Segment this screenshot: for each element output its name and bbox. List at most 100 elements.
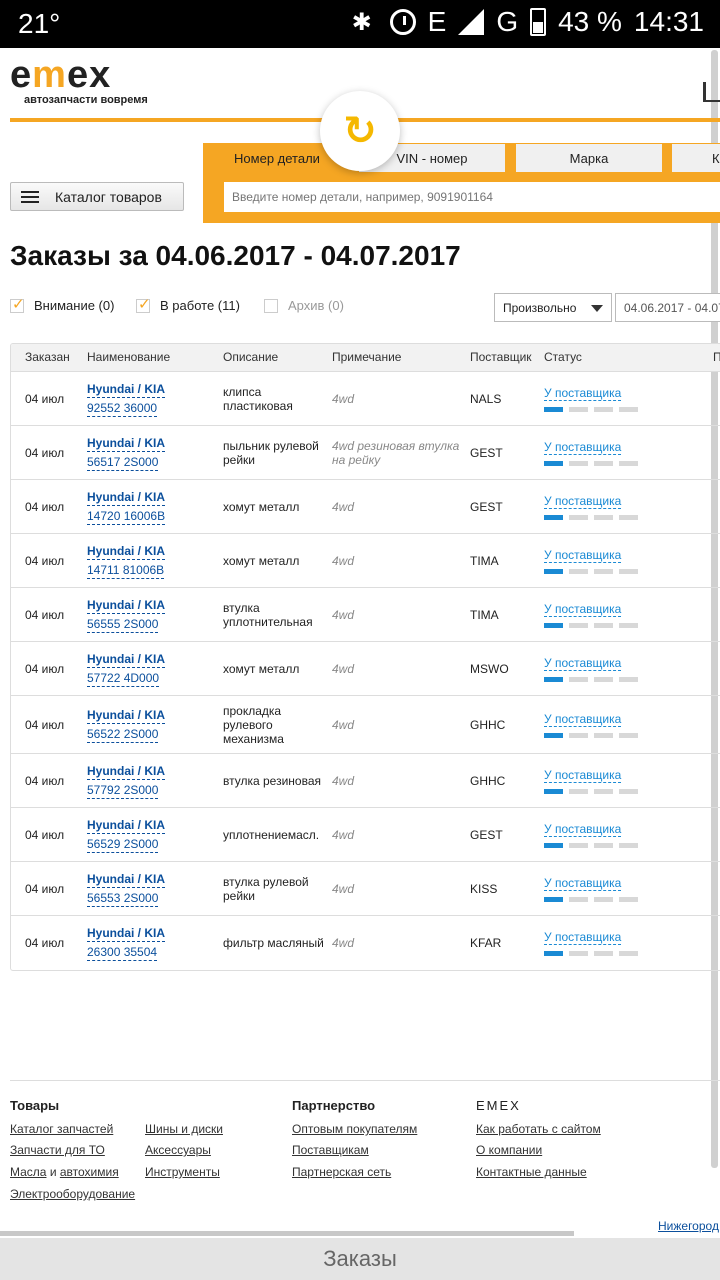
part-brand-link[interactable]: Hyundai / KIA	[87, 435, 166, 452]
filter-attention[interactable]: Внимание (0)	[10, 295, 115, 313]
part-brand-link[interactable]: Hyundai / KIA	[87, 871, 166, 888]
status-link[interactable]: У поставщика	[544, 656, 622, 671]
orders-table: Заказан Наименование Описание Примечание…	[10, 343, 720, 971]
status-link[interactable]: У поставщика	[544, 548, 622, 563]
part-brand-link[interactable]: Hyundai / KIA	[87, 381, 166, 398]
col-extra[interactable]: П	[713, 350, 720, 364]
part-brand-link[interactable]: Hyundai / KIA	[87, 543, 166, 560]
footer-link-tires[interactable]: Шины и диски	[145, 1122, 223, 1136]
filter-attention-label: Внимание (0)	[34, 298, 115, 313]
refresh-button[interactable]: ↻	[320, 91, 400, 171]
filter-archive[interactable]: Архив (0)	[264, 298, 344, 313]
part-brand-link[interactable]: Hyundai / KIA	[87, 925, 166, 942]
table-row: 04 июл Hyundai / KIA 92552 36000 клипса пла…	[11, 372, 720, 426]
order-note: 4wd	[332, 553, 355, 568]
part-brand-link[interactable]: Hyundai / KIA	[87, 817, 166, 834]
status-link[interactable]: У поставщика	[544, 440, 622, 455]
status-progress	[544, 622, 638, 628]
footer-link-chemicals[interactable]: автохимия	[60, 1165, 119, 1179]
footer-link-about[interactable]: О компании	[476, 1143, 542, 1157]
checkbox-attention[interactable]	[10, 295, 25, 313]
col-name[interactable]: Наименование	[87, 350, 170, 364]
part-number-link[interactable]: 57792 2S000	[87, 782, 159, 799]
refresh-icon: ↻	[343, 109, 377, 153]
order-status: У поставщика	[544, 602, 638, 628]
footer-link-contacts[interactable]: Контактные данные	[476, 1165, 587, 1179]
status-progress	[544, 676, 638, 682]
progress-segment	[594, 842, 613, 848]
col-ordered[interactable]: Заказан	[25, 350, 70, 364]
footer-link-wholesale[interactable]: Оптовым покупателям	[292, 1122, 417, 1136]
status-link[interactable]: У поставщика	[544, 768, 622, 783]
part-description: пыльник рулевой рейки	[223, 438, 319, 467]
footer-link-maintenance[interactable]: Запчасти для ТО	[10, 1143, 105, 1157]
footer-link-partner-network[interactable]: Партнерская сеть	[292, 1165, 391, 1179]
progress-segment	[594, 896, 613, 902]
footer-link-tools[interactable]: Инструменты	[145, 1165, 220, 1179]
part-number-link[interactable]: 26300 35504	[87, 944, 158, 961]
status-link[interactable]: У поставщика	[544, 822, 622, 837]
part-brand-link[interactable]: Hyundai / KIA	[87, 651, 166, 668]
part-number-link[interactable]: 14711 81006B	[87, 562, 165, 579]
footer-link-oils[interactable]: Масла	[10, 1165, 46, 1179]
order-note: 4wd	[332, 717, 355, 732]
order-status: У поставщика	[544, 822, 638, 848]
tab-more[interactable]: К	[672, 144, 720, 172]
part-brand-link[interactable]: Hyundai / KIA	[87, 707, 166, 724]
tab-brand[interactable]: Марка	[516, 144, 662, 172]
part-number-link[interactable]: 56522 2S000	[87, 726, 159, 743]
part-number-link[interactable]: 92552 36000	[87, 400, 158, 417]
order-date: 04 июл	[25, 827, 65, 842]
clock: 14:31	[633, 6, 704, 37]
col-status[interactable]: Статус	[544, 350, 582, 364]
part-name: Hyundai / KIA 26300 35504	[87, 925, 166, 961]
part-number-link[interactable]: 56553 2S000	[87, 890, 159, 907]
part-number-link[interactable]: 56517 2S000	[87, 454, 159, 471]
part-number-link[interactable]: 56555 2S000	[87, 616, 159, 633]
checkbox-archive[interactable]	[264, 298, 278, 313]
part-number-link[interactable]: 57722 4D000	[87, 670, 160, 687]
progress-segment	[569, 951, 588, 956]
period-select[interactable]: Произвольно	[494, 293, 612, 322]
status-link[interactable]: У поставщика	[544, 494, 622, 509]
part-brand-link[interactable]: Hyundai / KIA	[87, 489, 166, 506]
footer-link-suppliers[interactable]: Поставщикам	[292, 1143, 369, 1157]
part-description: втулка рулевой рейки	[223, 874, 309, 903]
status-link[interactable]: У поставщика	[544, 602, 622, 617]
part-number-link[interactable]: 14720 16006B	[87, 508, 166, 525]
footer-link-how-to[interactable]: Как работать с сайтом	[476, 1122, 601, 1136]
city-selector[interactable]: Нижегород	[658, 1219, 719, 1233]
status-link[interactable]: У поставщика	[544, 712, 622, 727]
part-name: Hyundai / KIA 14711 81006B	[87, 543, 166, 579]
horizontal-scrollbar[interactable]	[0, 1231, 574, 1236]
status-progress	[544, 896, 638, 902]
cart-icon[interactable]	[703, 82, 720, 102]
part-brand-link[interactable]: Hyundai / KIA	[87, 597, 166, 614]
catalog-button[interactable]: Каталог товаров	[10, 182, 184, 211]
part-number-link[interactable]: 56529 2S000	[87, 836, 159, 853]
logo[interactable]: emex автозапчасти вовремя	[10, 56, 160, 108]
status-progress	[544, 788, 638, 794]
search-input[interactable]	[224, 182, 720, 212]
footer-link-catalog[interactable]: Каталог запчастей	[10, 1122, 113, 1136]
checkbox-in-work[interactable]	[136, 295, 151, 313]
progress-segment	[619, 788, 638, 794]
col-description[interactable]: Описание	[223, 350, 278, 364]
part-brand-link[interactable]: Hyundai / KIA	[87, 763, 166, 780]
footer-link-electrical[interactable]: Электрооборудование	[10, 1187, 135, 1201]
order-date: 04 июл	[25, 499, 65, 514]
status-link[interactable]: У поставщика	[544, 930, 622, 945]
status-link[interactable]: У поставщика	[544, 876, 622, 891]
progress-segment	[544, 622, 563, 628]
footer-link-accessories[interactable]: Аксессуары	[145, 1143, 211, 1157]
progress-segment	[619, 568, 638, 574]
battery-icon	[530, 8, 547, 36]
filter-in-work[interactable]: В работе (11)	[136, 295, 240, 313]
part-description: втулка уплотнительная	[223, 600, 313, 629]
date-range-input[interactable]: 04.06.2017 - 04.07.2017	[615, 293, 720, 322]
supplier-code: TIMA	[470, 553, 499, 568]
order-date: 04 июл	[25, 661, 65, 676]
col-note[interactable]: Примечание	[332, 350, 401, 364]
col-supplier[interactable]: Поставщик	[470, 350, 532, 364]
status-link[interactable]: У поставщика	[544, 386, 622, 401]
